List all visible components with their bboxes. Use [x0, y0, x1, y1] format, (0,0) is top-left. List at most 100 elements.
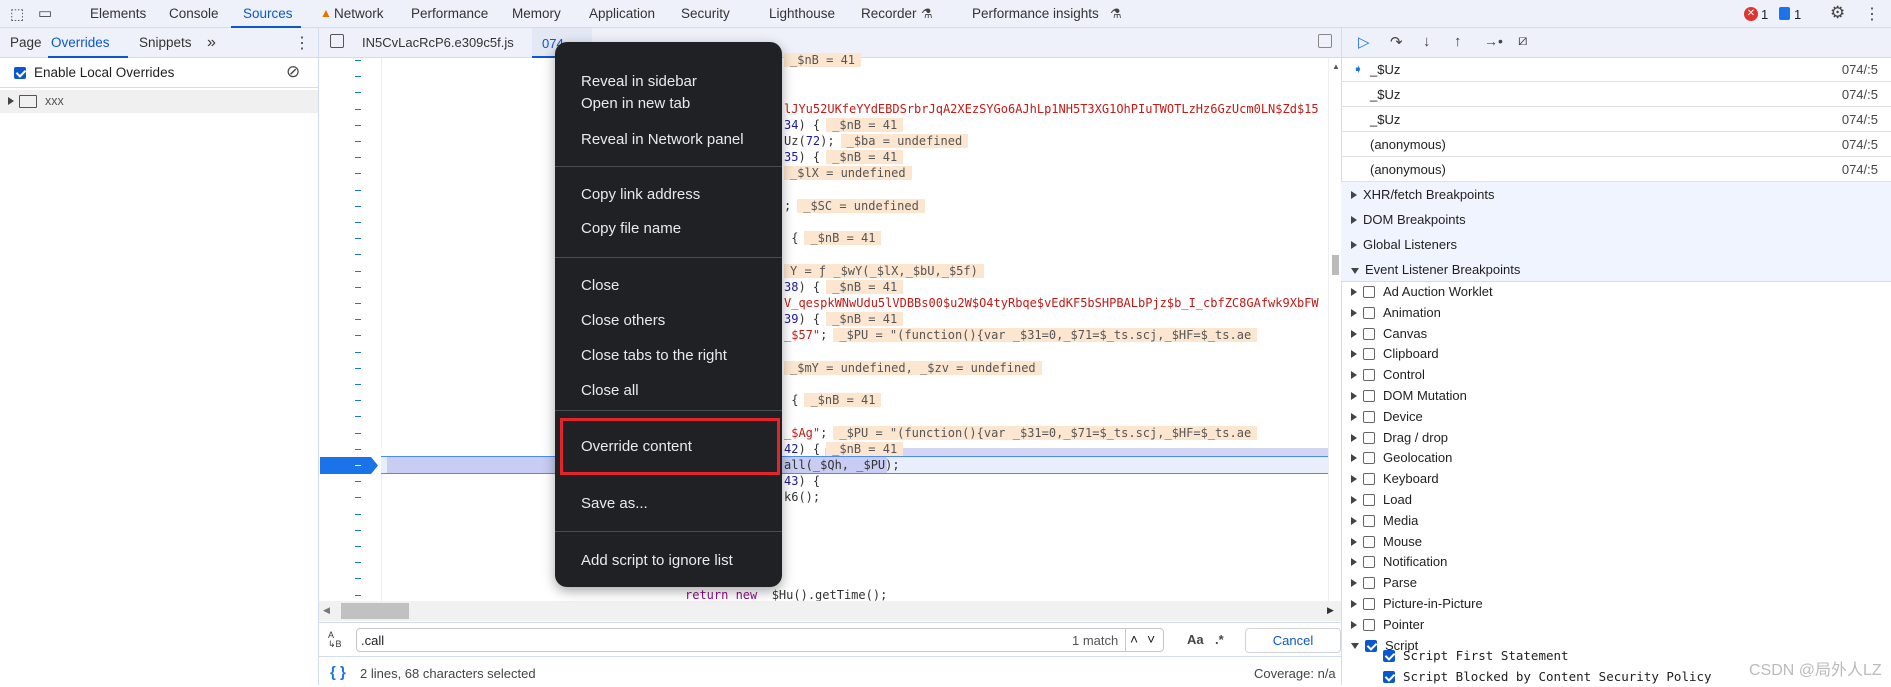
code-line[interactable]: 35) {_$nB = 41: [784, 149, 1326, 165]
code-line[interactable]: 39) {_$nB = 41: [784, 311, 1326, 327]
event-checkbox[interactable]: [1363, 618, 1375, 631]
event-checkbox[interactable]: [1363, 577, 1375, 590]
event-checkbox[interactable]: [1363, 431, 1375, 444]
event-category[interactable]: Parse: [1341, 573, 1417, 593]
event-category[interactable]: Clipboard: [1341, 344, 1439, 364]
line-number-marker[interactable]: [355, 367, 361, 369]
deactivate-breakpoints-icon[interactable]: ⧄: [1518, 32, 1528, 49]
menu-item-copy-file-name[interactable]: Copy file name: [581, 218, 681, 240]
coverage-status[interactable]: Coverage: n/a: [1254, 666, 1336, 681]
step-out-icon[interactable]: ↑: [1454, 33, 1462, 50]
line-number-marker[interactable]: [355, 400, 361, 402]
line-number-marker[interactable]: [355, 254, 361, 256]
event-category[interactable]: Pointer: [1341, 615, 1424, 635]
tab-application[interactable]: Application: [589, 0, 655, 28]
section-event-listener-breakpoints[interactable]: Event Listener Breakpoints: [1341, 257, 1891, 282]
call-frame[interactable]: (anonymous) 074/:5: [1341, 132, 1891, 157]
step-icon[interactable]: →•: [1484, 33, 1503, 49]
line-number-marker[interactable]: [355, 465, 361, 466]
menu-item-open-in-new-tab[interactable]: Open in new tab: [581, 93, 690, 115]
messages-count[interactable]: 1: [1794, 7, 1801, 22]
scrollbar-thumb[interactable]: [1332, 255, 1339, 275]
code-line[interactable]: lJYu52UKfeYYdEBDSrbrJqA2XEzSYGo6AJhLp1NH…: [784, 101, 1326, 117]
frame-location[interactable]: 074/:5: [1842, 82, 1878, 107]
tab-recorder[interactable]: Recorder: [861, 0, 917, 28]
tab-page[interactable]: Page: [10, 28, 42, 58]
tab-console[interactable]: Console: [169, 0, 219, 28]
error-icon[interactable]: ✕: [1744, 7, 1758, 21]
tab-performance[interactable]: Performance: [411, 0, 488, 28]
event-checkbox[interactable]: [1363, 327, 1375, 340]
frame-location[interactable]: 074/:5: [1842, 132, 1878, 157]
search-input-value[interactable]: .call: [361, 633, 384, 648]
section-label[interactable]: DOM Breakpoints: [1363, 212, 1466, 227]
event-checkbox[interactable]: [1363, 494, 1375, 506]
event-checkbox[interactable]: [1363, 514, 1375, 527]
tab-sources[interactable]: Sources: [243, 0, 293, 28]
folder-tree-item[interactable]: xxx: [0, 90, 318, 113]
device-toolbar-icon[interactable]: ▭: [38, 4, 52, 22]
code-line[interactable]: _$lX = undefined: [784, 165, 1326, 181]
expand-triangle-icon[interactable]: [1351, 308, 1357, 317]
event-category[interactable]: Mouse: [1341, 532, 1422, 552]
menu-item-save-as[interactable]: Save as...: [581, 493, 648, 515]
event-checkbox[interactable]: [1363, 369, 1375, 382]
more-tabs-icon[interactable]: »: [207, 28, 216, 58]
event-checkbox[interactable]: [1363, 306, 1375, 319]
code-line[interactable]: V_qespkWNwUdu5lVDBBs00$u2W$O4tyRbqe$vEdK…: [784, 295, 1326, 311]
vertical-scrollbar[interactable]: ▲: [1328, 58, 1341, 601]
enable-overrides-checkbox[interactable]: [14, 67, 26, 79]
code-line[interactable]: k6();: [784, 489, 1326, 505]
line-number-marker[interactable]: [355, 76, 361, 78]
expand-triangle-icon[interactable]: [1351, 433, 1357, 442]
menu-item-reveal-in-sidebar[interactable]: Reveal in sidebar: [581, 71, 697, 93]
expand-triangle-icon[interactable]: [1351, 516, 1357, 525]
tab-overrides[interactable]: Overrides: [51, 28, 110, 58]
expand-triangle-icon[interactable]: [1351, 558, 1357, 567]
expand-triangle-icon[interactable]: [1351, 241, 1357, 249]
line-number-marker[interactable]: [355, 286, 361, 288]
expand-triangle-icon[interactable]: [1351, 475, 1357, 484]
line-number-marker[interactable]: [355, 497, 361, 499]
event-checkbox[interactable]: [1363, 410, 1375, 423]
event-checkbox[interactable]: [1363, 473, 1375, 486]
scrollbar-thumb[interactable]: [341, 603, 409, 619]
event-checkbox[interactable]: [1363, 390, 1375, 402]
section-label[interactable]: XHR/fetch Breakpoints: [1363, 187, 1495, 202]
event-category[interactable]: Geolocation: [1341, 448, 1452, 468]
line-number-marker[interactable]: [355, 108, 361, 110]
previous-match-icon[interactable]: ˄: [1130, 631, 1138, 647]
line-number-marker[interactable]: [355, 141, 361, 142]
line-number-marker[interactable]: [355, 546, 361, 547]
toggle-debugger-icon[interactable]: [1318, 34, 1332, 48]
event-category[interactable]: Ad Auction Worklet: [1341, 282, 1493, 302]
clear-overrides-icon[interactable]: ⊘: [286, 62, 300, 82]
menu-item-close-all[interactable]: Close all: [581, 380, 639, 402]
event-checkbox[interactable]: [1363, 348, 1375, 361]
section-label[interactable]: Event Listener Breakpoints: [1365, 262, 1520, 277]
section-global-listeners[interactable]: Global Listeners: [1341, 232, 1891, 257]
expand-triangle-icon[interactable]: [1351, 216, 1357, 224]
frame-name[interactable]: _$Uz: [1370, 107, 1400, 132]
navigator-menu-icon[interactable]: ⋮: [294, 33, 310, 53]
frame-name[interactable]: (anonymous): [1370, 132, 1446, 157]
menu-item-copy-link-address[interactable]: Copy link address: [581, 184, 700, 206]
expand-triangle-icon[interactable]: [1351, 537, 1357, 546]
tab-network[interactable]: Network: [334, 0, 384, 28]
line-number-marker[interactable]: [355, 513, 361, 515]
line-number-marker[interactable]: [355, 270, 361, 272]
line-number-marker[interactable]: [355, 351, 361, 353]
menu-item-reveal-in-network-panel[interactable]: Reveal in Network panel: [581, 129, 744, 151]
messages-icon[interactable]: [1779, 7, 1790, 20]
menu-item-close-others[interactable]: Close others: [581, 310, 665, 332]
resume-icon[interactable]: ▷: [1358, 33, 1370, 51]
event-checkbox[interactable]: [1363, 286, 1375, 298]
step-into-icon[interactable]: ↓: [1423, 33, 1431, 50]
event-checkbox[interactable]: [1363, 535, 1375, 548]
code-line[interactable]: ; _$SC = undefined: [784, 198, 1326, 214]
inspect-element-icon[interactable]: ⬚: [10, 5, 24, 23]
search-input[interactable]: .call 1 match ˄ ˅: [356, 628, 1164, 652]
line-number-marker[interactable]: [355, 481, 361, 483]
line-number-marker[interactable]: [355, 238, 361, 240]
match-case-button[interactable]: Aa: [1187, 632, 1204, 647]
